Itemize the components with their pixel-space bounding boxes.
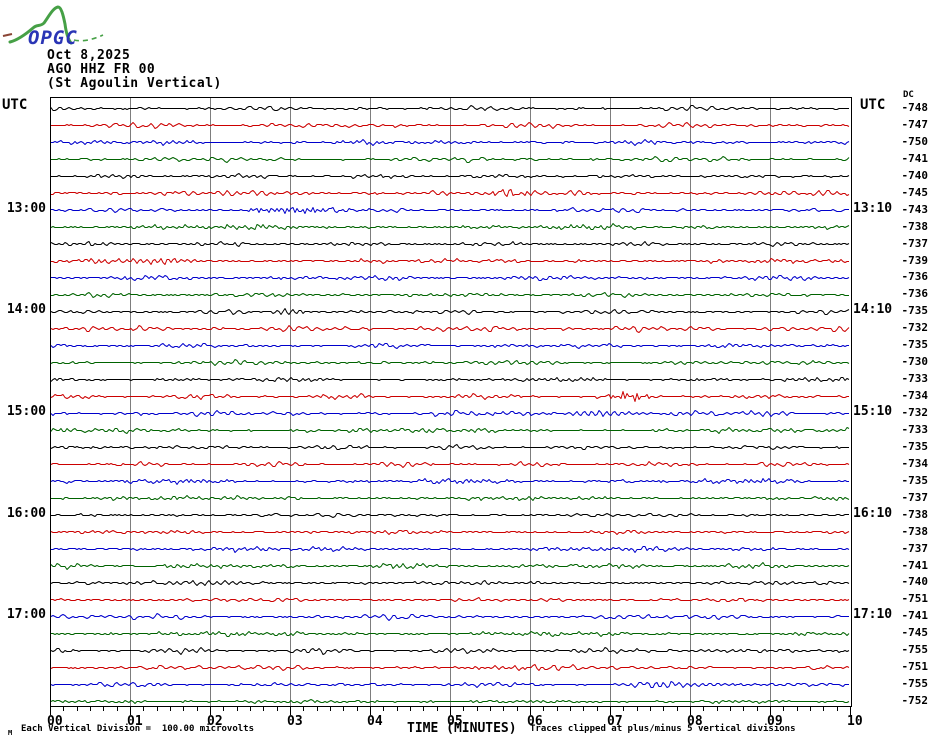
micro-glyph: M bbox=[8, 729, 13, 737]
dc-value: -733 bbox=[901, 422, 929, 436]
dc-value: -733 bbox=[901, 372, 929, 386]
header-subtitle: (St Agoulin Vertical) bbox=[47, 76, 222, 91]
dc-value: -739 bbox=[901, 253, 929, 267]
dc-value: -751 bbox=[901, 660, 929, 674]
dc-value: -748 bbox=[901, 101, 929, 114]
opgc-logo: OPGC bbox=[2, 5, 104, 49]
dc-value: -734 bbox=[901, 389, 929, 403]
dc-value: -741 bbox=[901, 558, 929, 572]
header-station: AGO HHZ FR 00 bbox=[47, 62, 156, 77]
dc-value: -755 bbox=[901, 677, 929, 691]
dc-value: -732 bbox=[901, 321, 929, 335]
x-tick-label: 03 bbox=[287, 714, 303, 729]
dc-value: -747 bbox=[901, 117, 929, 131]
dc-value: -743 bbox=[901, 202, 929, 216]
x-axis-title: TIME (MINUTES) bbox=[407, 721, 517, 736]
dc-value: -752 bbox=[901, 694, 929, 708]
dc-value: -740 bbox=[901, 168, 929, 182]
dc-value: -737 bbox=[901, 236, 929, 250]
scale-note: Each Vertical Division = 100.00 microvol… bbox=[21, 724, 254, 734]
helicorder-plot bbox=[50, 97, 852, 715]
header-date: Oct 8,2025 bbox=[47, 48, 131, 63]
dc-value: -738 bbox=[901, 507, 929, 521]
dc-value: -740 bbox=[901, 575, 929, 589]
left-hour-label: 13:00 bbox=[6, 200, 46, 216]
left-utc-header: UTC bbox=[2, 97, 28, 113]
left-hour-label: 14:00 bbox=[6, 302, 46, 318]
x-tick-label: 10 bbox=[847, 714, 863, 729]
dc-value: -745 bbox=[901, 185, 929, 199]
dc-value: -737 bbox=[901, 490, 929, 504]
dc-value: -736 bbox=[901, 287, 929, 301]
dc-header: DC bbox=[903, 90, 914, 100]
dc-value: -734 bbox=[901, 456, 929, 470]
logo-right-dash bbox=[73, 34, 104, 42]
dc-value: -732 bbox=[901, 406, 929, 419]
dc-value: -738 bbox=[901, 524, 929, 538]
dc-value: -750 bbox=[901, 134, 929, 148]
dc-value: -755 bbox=[901, 643, 929, 657]
left-hour-label: 15:00 bbox=[6, 404, 46, 419]
dc-value: -730 bbox=[901, 355, 929, 369]
left-hour-label: 17:00 bbox=[6, 607, 46, 623]
left-hour-label: 16:00 bbox=[6, 505, 46, 521]
dc-value: -736 bbox=[901, 270, 929, 284]
dc-value: -741 bbox=[901, 609, 929, 623]
dc-value: -745 bbox=[901, 626, 929, 640]
dc-value: -735 bbox=[901, 439, 929, 453]
dc-value: -751 bbox=[901, 592, 929, 606]
clip-note: Traces clipped at plus/minus 5 vertical … bbox=[530, 724, 796, 734]
dc-value: -741 bbox=[901, 151, 929, 165]
dc-value: -735 bbox=[901, 338, 929, 352]
header-block: Oct 8,2025 AGO HHZ FR 00 (St Agoulin Ver… bbox=[47, 49, 222, 91]
dc-value: -735 bbox=[901, 304, 929, 318]
webicorder-page: OPGC Oct 8,2025 AGO HHZ FR 00 (St Agouli… bbox=[0, 0, 930, 744]
x-tick-label: 04 bbox=[367, 714, 383, 729]
logo-left-dash bbox=[2, 33, 13, 37]
dc-value: -735 bbox=[901, 473, 929, 487]
dc-value: -738 bbox=[901, 219, 929, 233]
dc-value: -737 bbox=[901, 541, 929, 555]
logo-text: OPGC bbox=[28, 27, 78, 49]
